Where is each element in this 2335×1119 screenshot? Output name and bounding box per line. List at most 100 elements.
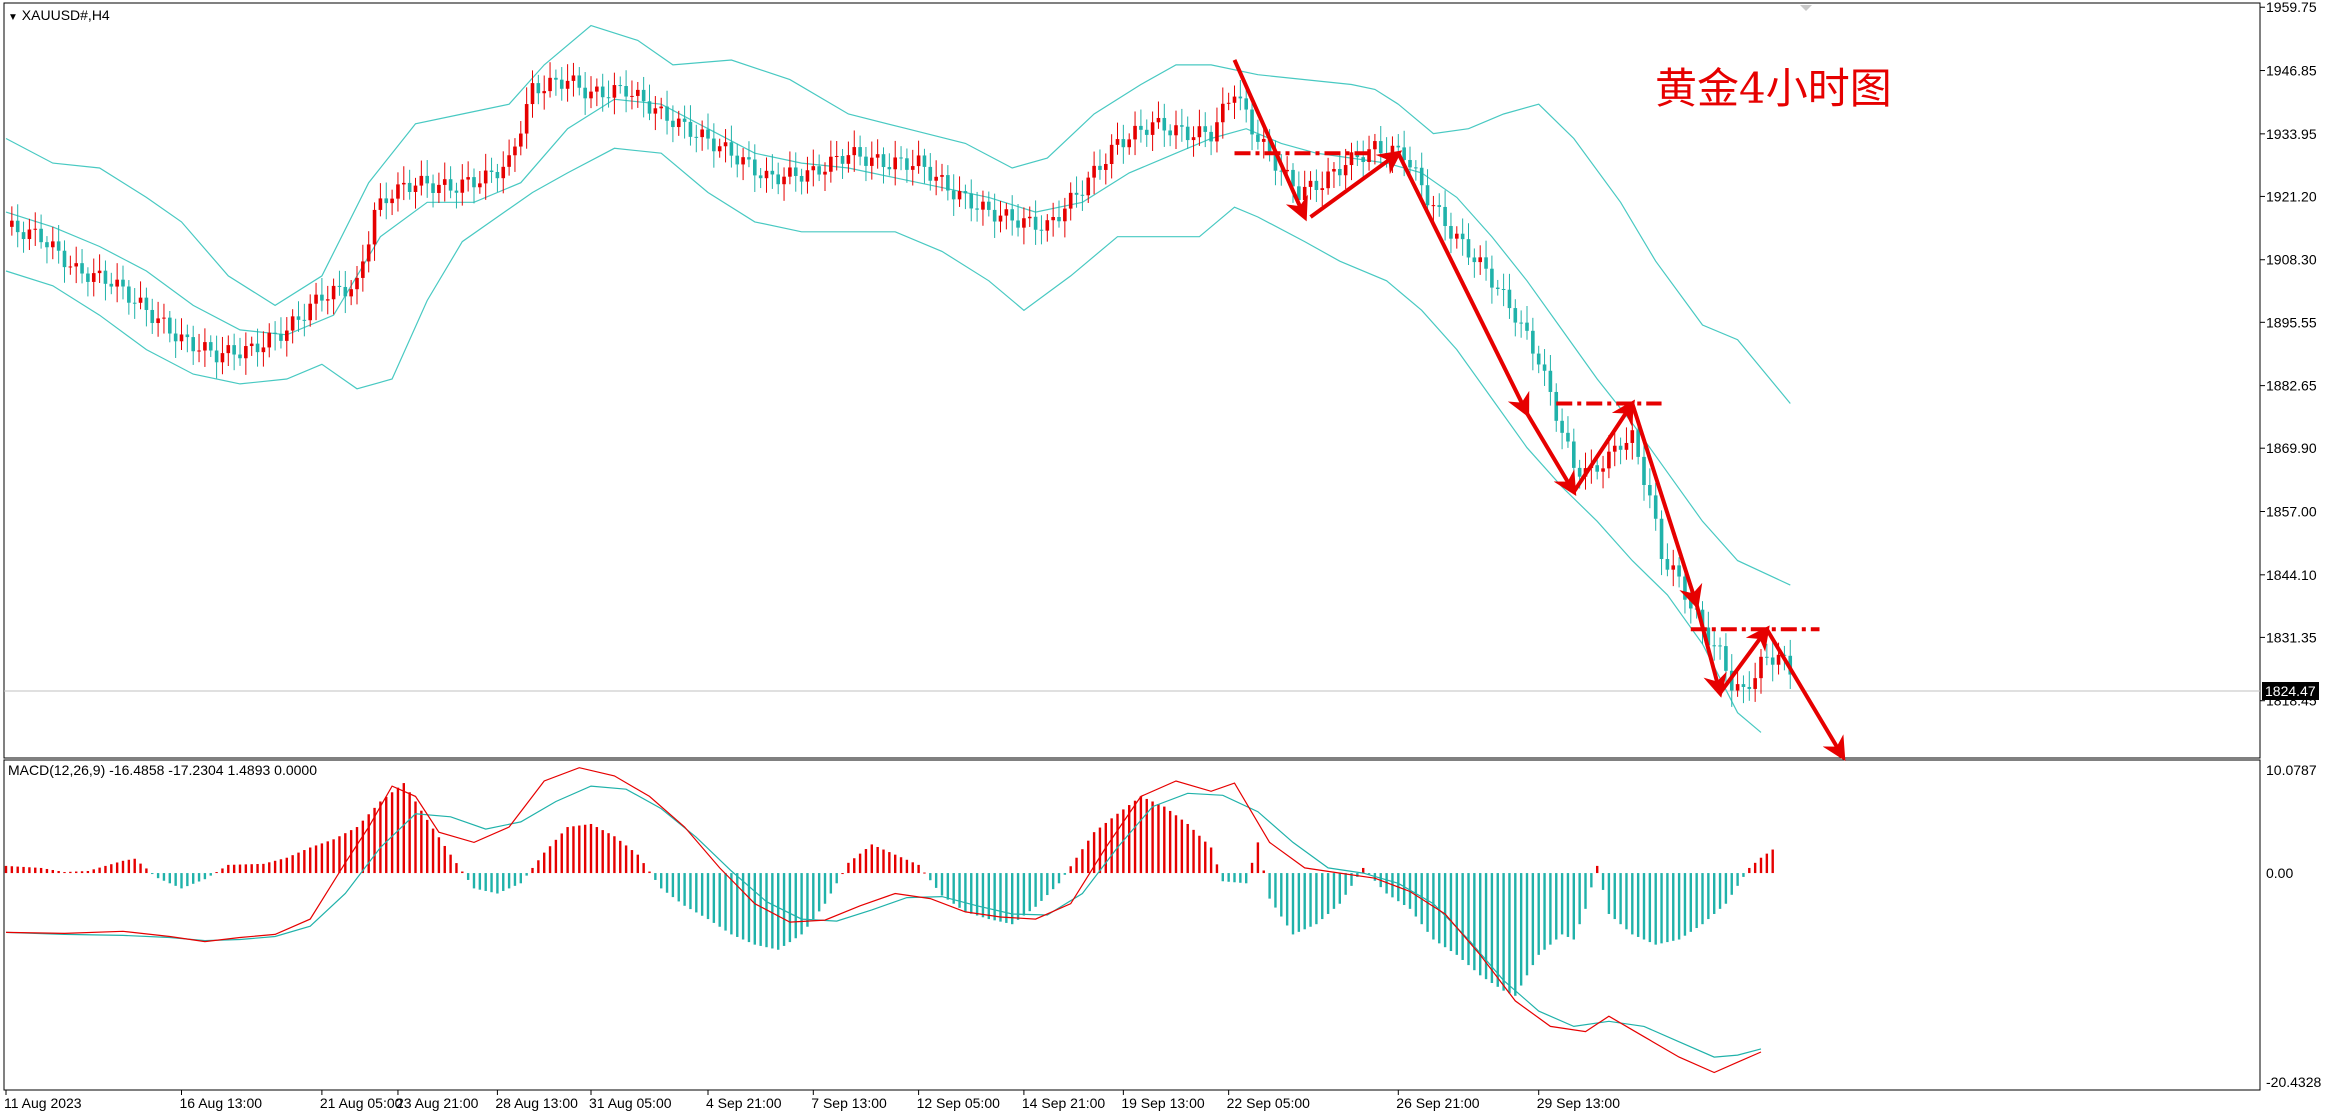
macd-histogram-bar bbox=[197, 873, 201, 882]
candle-body bbox=[1373, 141, 1377, 150]
macd-histogram-bar bbox=[431, 828, 435, 874]
candle-body bbox=[168, 317, 172, 334]
macd-histogram-bar bbox=[309, 847, 312, 874]
macd-histogram-bar bbox=[426, 819, 429, 874]
candle-body bbox=[431, 183, 435, 193]
dropdown-triangle-icon[interactable]: ▼ bbox=[8, 12, 18, 23]
macd-histogram-bar bbox=[1590, 873, 1593, 888]
candle-body bbox=[103, 270, 108, 284]
macd-histogram-bar bbox=[186, 873, 189, 887]
macd-histogram-bar bbox=[747, 873, 751, 943]
macd-histogram-bar bbox=[461, 871, 464, 874]
macd-histogram-bar bbox=[1309, 873, 1312, 927]
candle-body bbox=[378, 198, 383, 210]
candle-body bbox=[957, 191, 962, 200]
macd-histogram-bar bbox=[472, 873, 476, 889]
candle-body bbox=[302, 319, 307, 321]
macd-histogram-bar bbox=[1040, 873, 1043, 901]
bollinger-middle-line bbox=[5, 98, 1791, 586]
macd-histogram-bar bbox=[1315, 873, 1318, 925]
macd-histogram-bar bbox=[151, 873, 154, 875]
macd-histogram-bar bbox=[121, 860, 125, 874]
candle-body bbox=[1683, 576, 1687, 600]
macd-histogram-bar bbox=[1636, 873, 1640, 937]
candle-body bbox=[606, 97, 611, 99]
candle-body bbox=[1033, 216, 1038, 230]
candle-body bbox=[1478, 257, 1482, 263]
macd-histogram-bar bbox=[22, 866, 25, 874]
candle-body bbox=[1057, 217, 1061, 222]
macd-histogram-bar bbox=[244, 864, 248, 874]
macd-histogram-bar bbox=[1075, 857, 1078, 874]
candle-body bbox=[372, 209, 377, 245]
macd-histogram-bar bbox=[899, 857, 903, 874]
macd-histogram-bar bbox=[1537, 873, 1540, 955]
candle-body bbox=[519, 133, 523, 147]
candle-body bbox=[875, 154, 880, 158]
candle-body bbox=[56, 241, 61, 251]
macd-histogram-bar bbox=[1116, 813, 1119, 874]
time-tick-label: 16 Aug 13:00 bbox=[180, 1095, 263, 1111]
macd-histogram-bar bbox=[823, 873, 827, 904]
macd-histogram-bar bbox=[1596, 865, 1599, 874]
chart-header[interactable]: ▼ XAUUSD#,H4 bbox=[8, 7, 110, 23]
macd-histogram-bar bbox=[1654, 873, 1657, 945]
time-tick-label: 22 Sep 05:00 bbox=[1227, 1095, 1311, 1111]
candle-body bbox=[753, 159, 757, 176]
candle-body bbox=[1712, 645, 1716, 647]
bollinger-bands bbox=[5, 24, 1791, 733]
candle-body bbox=[238, 354, 242, 359]
macd-histogram-bar bbox=[273, 860, 277, 874]
macd-histogram-bar bbox=[75, 871, 78, 874]
candle-body bbox=[132, 302, 137, 304]
scroll-marker-icon[interactable] bbox=[1800, 5, 1812, 11]
candle-body bbox=[1501, 289, 1506, 291]
macd-histogram-bar bbox=[502, 873, 505, 891]
macd-histogram-bar bbox=[929, 873, 932, 881]
candle-body bbox=[1027, 216, 1032, 219]
candle-body bbox=[1074, 192, 1079, 195]
candle-body bbox=[1349, 152, 1354, 166]
macd-histogram-bar bbox=[209, 873, 212, 876]
macd-histogram-bar bbox=[344, 833, 347, 874]
macd-histogram-bar bbox=[279, 859, 283, 874]
macd-histogram-bar bbox=[923, 872, 926, 874]
macd-histogram-bar bbox=[888, 852, 891, 874]
candle-body bbox=[899, 157, 903, 159]
candle-body bbox=[829, 156, 833, 172]
macd-histogram-bar bbox=[145, 868, 148, 874]
macd-histogram-bar bbox=[519, 873, 522, 884]
macd-histogram-bar bbox=[63, 872, 66, 874]
macd-histogram-bar bbox=[1631, 873, 1634, 935]
candle-body bbox=[747, 157, 751, 160]
macd-histogram-bar bbox=[578, 825, 581, 874]
candle-body bbox=[905, 158, 909, 170]
candle-body bbox=[1068, 192, 1073, 209]
macd-histogram-bar bbox=[437, 837, 441, 874]
candle-body bbox=[1115, 139, 1120, 145]
candle-body bbox=[1560, 420, 1564, 433]
macd-histogram-bar bbox=[250, 864, 253, 874]
candle-body bbox=[1367, 149, 1371, 163]
candle-body bbox=[595, 86, 599, 92]
candle-body bbox=[384, 198, 389, 204]
macd-histogram-bar bbox=[1572, 873, 1575, 940]
candle-body bbox=[548, 77, 552, 92]
candle-body bbox=[1215, 122, 1219, 142]
candle-body bbox=[589, 91, 593, 99]
candle-body bbox=[1308, 180, 1313, 187]
candle-body bbox=[33, 228, 38, 230]
macd-histogram-bar bbox=[1455, 873, 1458, 955]
macd-histogram-bar bbox=[1502, 873, 1505, 991]
time-tick-label: 28 Aug 13:00 bbox=[495, 1095, 578, 1111]
candle-body bbox=[1250, 109, 1254, 135]
candle-body bbox=[659, 106, 663, 109]
candle-body bbox=[1221, 103, 1225, 123]
time-axis: 11 Aug 2023 16 Aug 13:00 21 Aug 05:0023 Au… bbox=[4, 1090, 1620, 1111]
candle-body bbox=[1776, 654, 1781, 665]
macd-histogram-bar bbox=[993, 873, 996, 921]
candle-body bbox=[1759, 656, 1763, 679]
candle-body bbox=[998, 215, 1003, 222]
candle-body bbox=[1343, 165, 1348, 176]
macd-histogram-bar bbox=[1601, 873, 1605, 890]
